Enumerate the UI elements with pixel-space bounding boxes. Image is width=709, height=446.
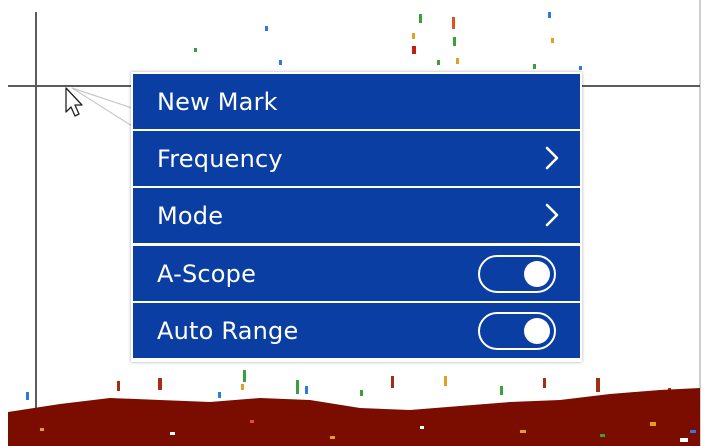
menu-item-label: Auto Range: [157, 316, 299, 345]
context-menu: New Mark Frequency Mode A-Scope Auto Ran…: [131, 72, 582, 362]
chevron-right-icon: [545, 146, 559, 170]
menu-item-mode[interactable]: Mode: [133, 188, 580, 243]
chevron-right-icon: [545, 203, 559, 227]
a-scope-toggle[interactable]: [478, 255, 556, 293]
menu-item-frequency[interactable]: Frequency: [133, 131, 580, 186]
auto-range-toggle[interactable]: [478, 312, 556, 350]
menu-item-label: A-Scope: [157, 259, 257, 288]
menu-item-a-scope[interactable]: A-Scope: [133, 246, 580, 301]
menu-item-label: Mode: [157, 201, 224, 230]
menu-item-new-mark[interactable]: New Mark: [133, 74, 580, 129]
menu-item-auto-range[interactable]: Auto Range: [133, 303, 580, 358]
toggle-knob: [524, 318, 550, 344]
toggle-knob: [524, 261, 550, 287]
menu-item-label: Frequency: [157, 144, 283, 173]
menu-item-label: New Mark: [157, 87, 278, 116]
